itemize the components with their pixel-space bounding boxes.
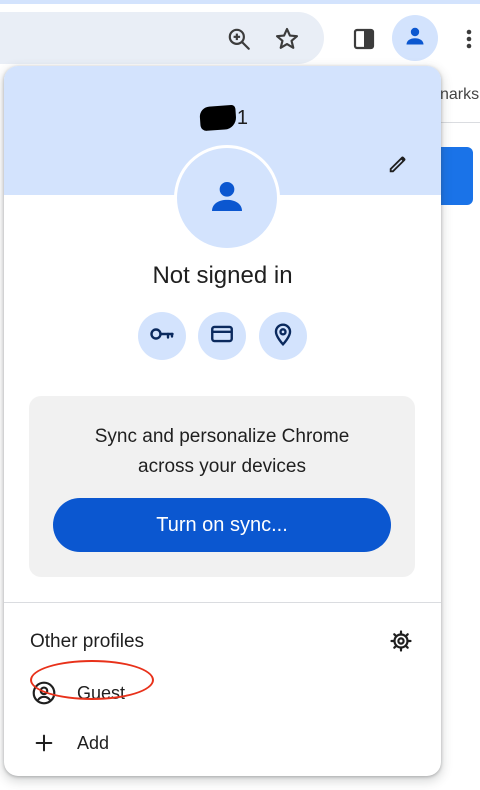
background-divider <box>440 122 480 123</box>
sync-message-line-1: Sync and personalize Chrome <box>94 426 350 447</box>
addresses-location-icon <box>270 321 296 352</box>
sign-in-status: Not signed in <box>152 262 293 289</box>
payment-methods-button[interactable] <box>198 312 246 360</box>
bookmark-star-icon[interactable] <box>272 24 302 54</box>
pencil-icon <box>387 153 409 180</box>
more-menu-icon[interactable] <box>458 24 480 54</box>
profile-row-label: Add <box>77 733 110 753</box>
manage-profiles-button[interactable] <box>384 626 418 660</box>
gear-icon <box>389 629 413 658</box>
avatar <box>174 145 280 251</box>
profile-button[interactable] <box>392 15 438 61</box>
passwords-button[interactable] <box>138 312 186 360</box>
sync-message-line-2: across your devices <box>138 456 306 477</box>
profile-row-add[interactable]: Add <box>4 721 441 765</box>
side-panel-icon[interactable] <box>349 24 379 54</box>
addresses-button[interactable] <box>259 312 307 360</box>
window-top-strip <box>0 0 480 4</box>
redaction-mark <box>199 104 237 132</box>
turn-on-sync-button[interactable]: Turn on sync... <box>53 498 391 552</box>
annotation-ellipse <box>30 660 154 700</box>
passwords-key-icon <box>148 320 176 353</box>
background-blue-button <box>440 147 473 205</box>
section-divider <box>4 602 441 603</box>
profile-name-suffix: 1 <box>236 106 248 129</box>
profile-name: 1 <box>199 104 248 132</box>
profile-icon <box>403 24 427 53</box>
avatar-person-icon <box>207 176 247 221</box>
plus-icon <box>30 729 58 757</box>
bookmarks-fragment: narks <box>440 86 480 103</box>
edit-profile-button[interactable] <box>382 150 414 182</box>
zoom-icon[interactable] <box>224 24 254 54</box>
sync-message: Sync and personalize Chrome across your … <box>29 422 415 482</box>
payment-card-icon <box>209 321 235 352</box>
other-profiles-heading: Other profiles <box>30 631 145 652</box>
sync-promo-card: Sync and personalize Chrome across your … <box>29 396 415 577</box>
